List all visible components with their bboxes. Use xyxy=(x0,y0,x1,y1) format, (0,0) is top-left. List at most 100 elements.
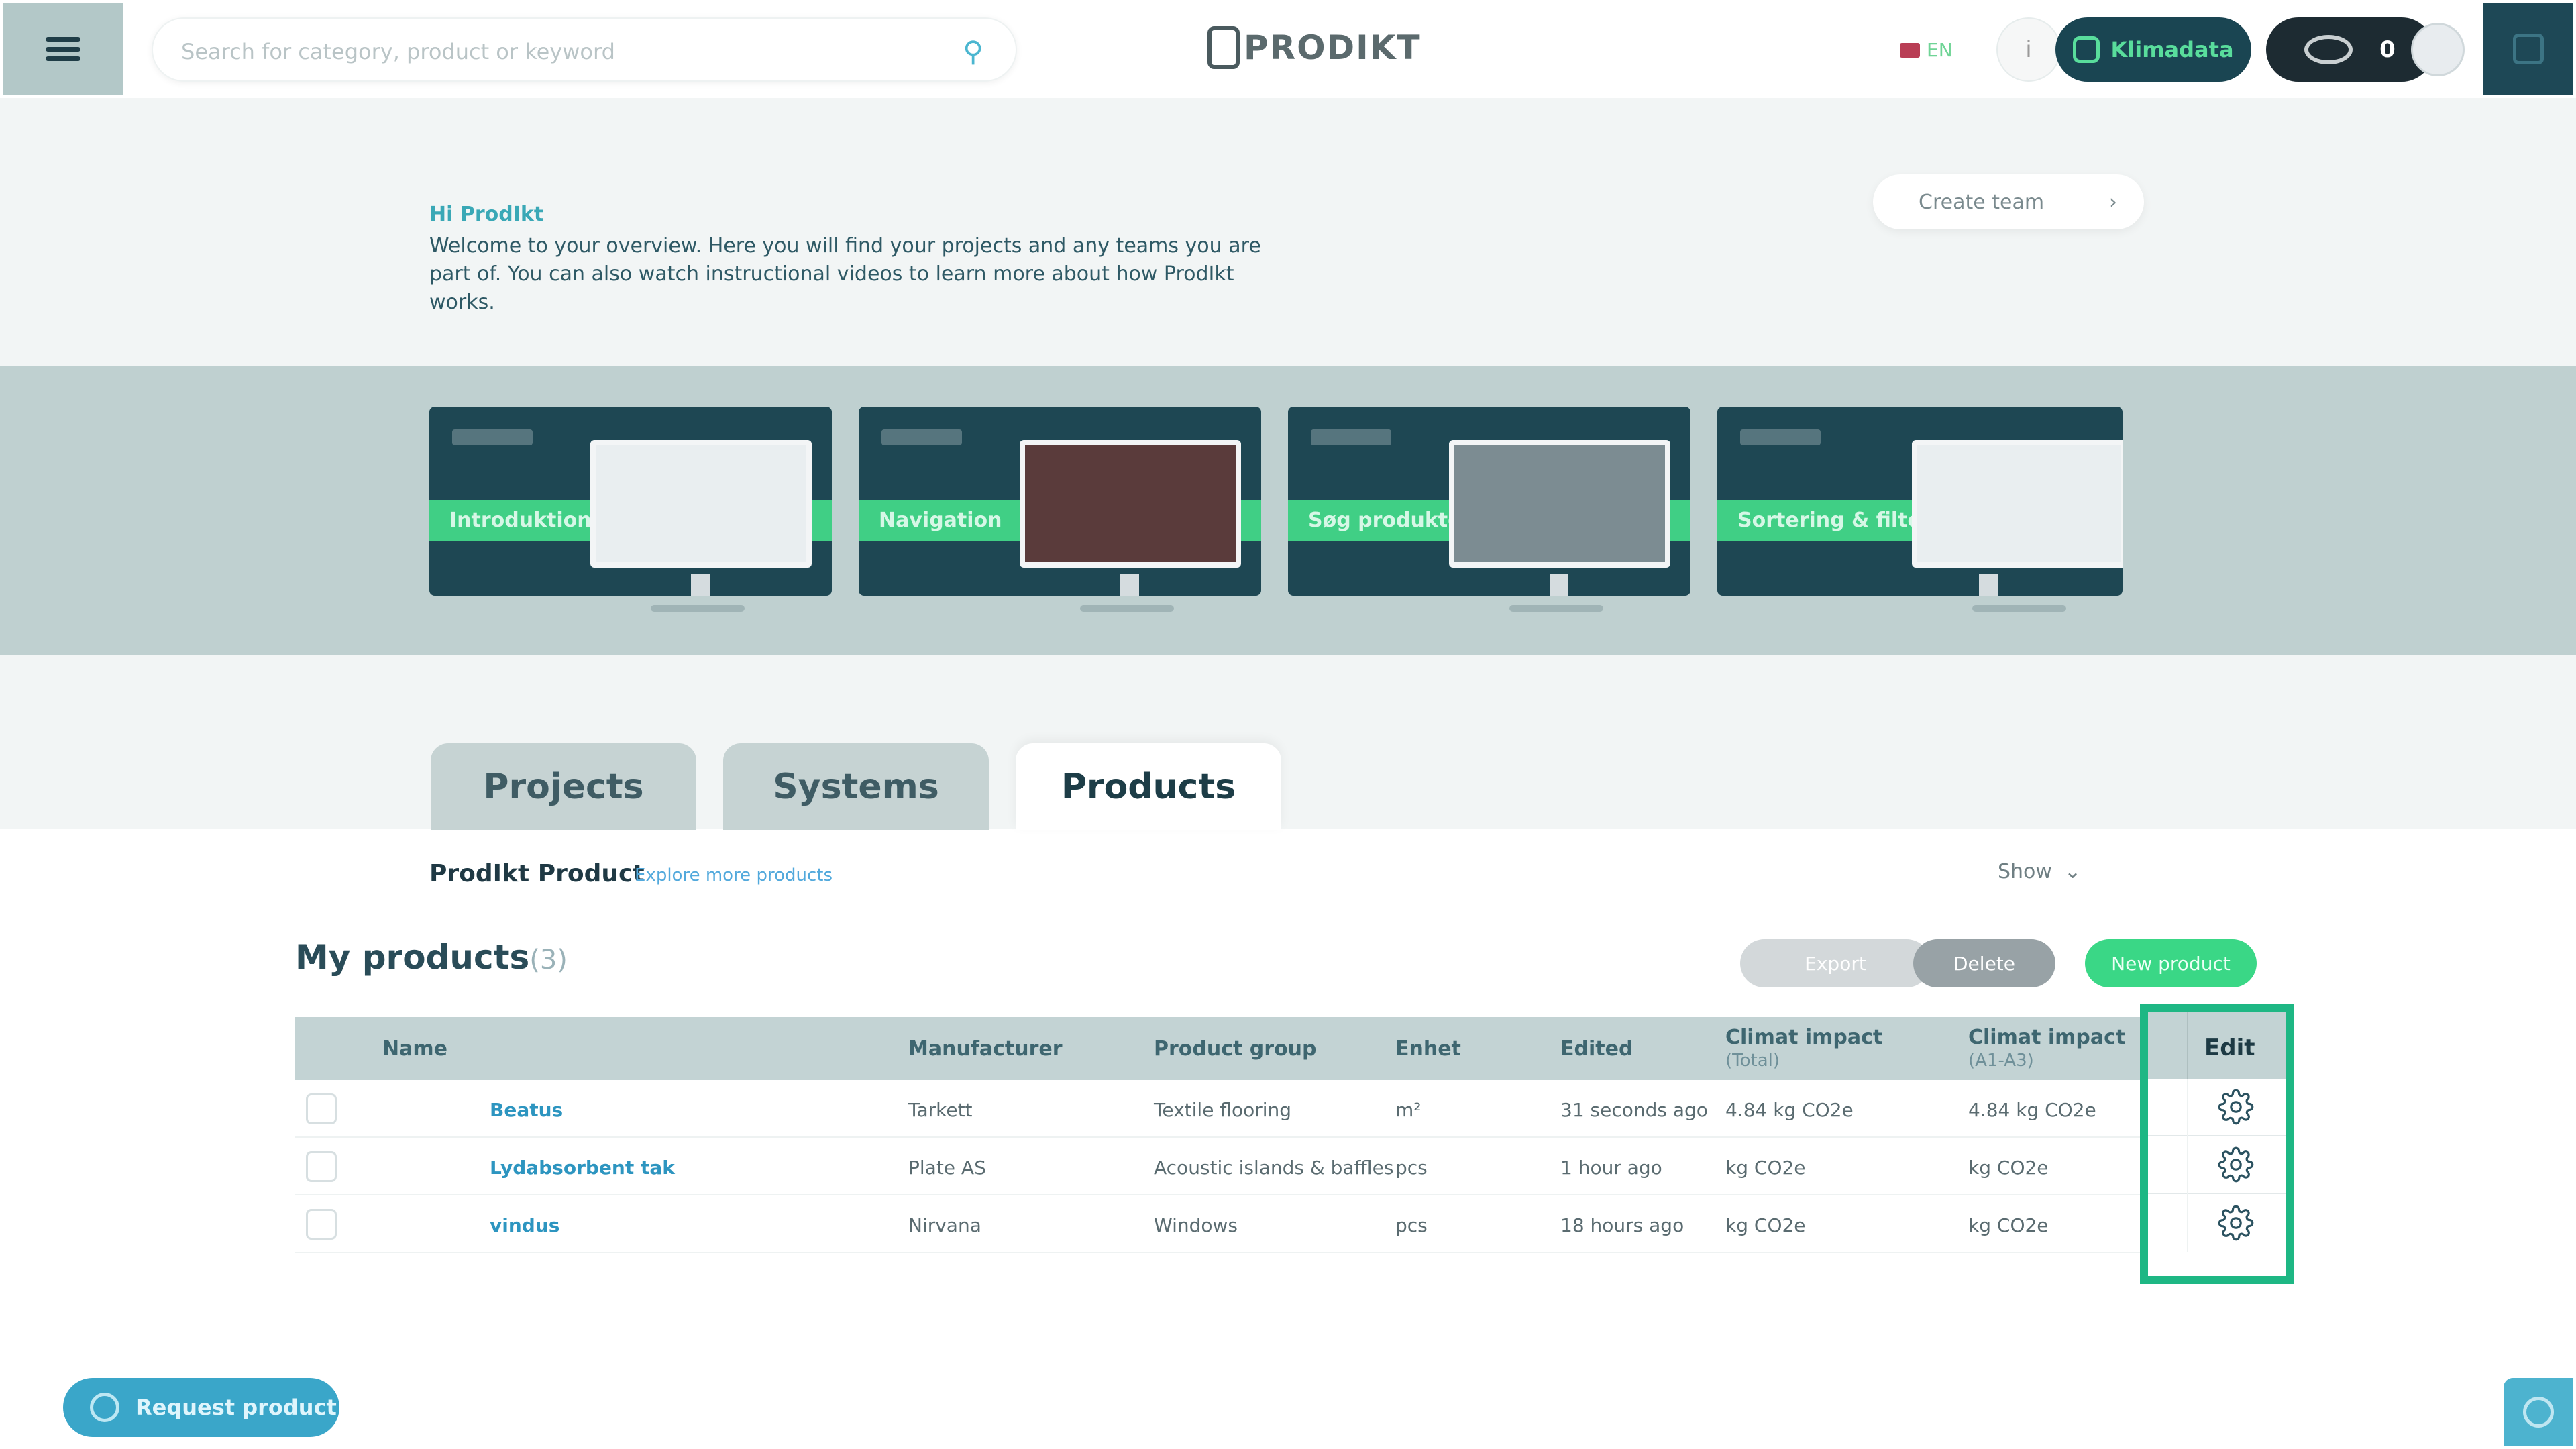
gear-icon[interactable] xyxy=(2218,1089,2254,1125)
gear-icon[interactable] xyxy=(2218,1146,2254,1183)
info-icon: i xyxy=(2025,36,2032,63)
export-button[interactable]: Export xyxy=(1740,939,1931,987)
col-climate-a1a3-sub: (A1-A3) xyxy=(1968,1051,2034,1071)
row-checkbox[interactable] xyxy=(306,1151,337,1182)
climate-button-label: Klimadata xyxy=(2110,37,2234,62)
side-panel-toggle[interactable] xyxy=(2483,3,2573,95)
row-checkbox[interactable] xyxy=(306,1209,337,1240)
search-icon[interactable]: ⚲ xyxy=(963,35,983,68)
video-title: Søg produkter xyxy=(1308,508,1472,532)
leaf-icon xyxy=(2073,36,2100,63)
gear-icon[interactable] xyxy=(2218,1205,2254,1241)
watchlist-button[interactable]: 0 xyxy=(2266,17,2434,82)
my-products-label: My products xyxy=(295,938,530,977)
monitor-thumbnail xyxy=(1449,440,1670,568)
col-edit: Edit xyxy=(2148,1012,2286,1079)
col-climate-total[interactable]: Climat impact (Total) xyxy=(1725,1026,1882,1072)
tab-products[interactable]: Products xyxy=(1016,743,1281,830)
monitor-thumbnail xyxy=(590,440,812,568)
col-edited[interactable]: Edited xyxy=(1560,1037,1633,1061)
delete-button[interactable]: Delete xyxy=(1913,939,2055,987)
create-team-button[interactable]: Create team › xyxy=(1873,174,2144,229)
help-icon xyxy=(2523,1397,2554,1428)
unit-cell: pcs xyxy=(1395,1214,1428,1236)
edit-cell[interactable] xyxy=(2148,1136,2286,1194)
info-button[interactable]: i xyxy=(1996,17,2061,82)
instructional-videos: Introduktion Navigation Søg produkter So… xyxy=(0,366,2576,655)
col-climate-total-label: Climat impact xyxy=(1725,1026,1883,1049)
edit-column-highlight: Edit xyxy=(2140,1004,2294,1284)
edited-cell: 1 hour ago xyxy=(1560,1157,1662,1179)
request-product-label: Request product xyxy=(136,1395,337,1420)
col-climate-a1a3[interactable]: Climat impact (A1-A3) xyxy=(1968,1026,2125,1072)
climate-a1a3-cell: kg CO2e xyxy=(1968,1214,2049,1236)
manufacturer-cell: Tarkett xyxy=(908,1099,973,1121)
show-label: Show xyxy=(1998,860,2052,883)
logo-mark-icon xyxy=(1208,26,1240,69)
hamburger-menu-button[interactable] xyxy=(3,3,123,95)
climate-total-cell: kg CO2e xyxy=(1725,1214,1806,1236)
eye-icon xyxy=(2304,35,2353,64)
col-edit-label: Edit xyxy=(2204,1034,2255,1061)
unit-cell: pcs xyxy=(1395,1157,1428,1179)
product-group-cell: Acoustic islands & baffles xyxy=(1154,1157,1394,1179)
explore-products-link[interactable]: Explore more products xyxy=(635,865,833,885)
request-product-button[interactable]: Request product xyxy=(63,1378,339,1437)
monitor-thumbnail xyxy=(1912,440,2123,568)
help-chat-button[interactable] xyxy=(2504,1378,2573,1446)
product-group-cell: Textile flooring xyxy=(1154,1099,1292,1121)
video-logo-icon xyxy=(881,429,962,445)
video-title: Navigation xyxy=(879,508,1002,532)
col-unit[interactable]: Enhet xyxy=(1395,1037,1461,1061)
user-avatar[interactable] xyxy=(2411,23,2465,76)
edited-cell: 31 seconds ago xyxy=(1560,1099,1708,1121)
product-name-link[interactable]: Lydabsorbent tak xyxy=(490,1157,675,1179)
video-logo-icon xyxy=(1311,429,1391,445)
video-card[interactable]: Introduktion xyxy=(429,407,832,596)
new-product-button[interactable]: New product xyxy=(2085,939,2257,987)
language-selector[interactable]: EN xyxy=(1900,39,1953,61)
edited-cell: 18 hours ago xyxy=(1560,1214,1684,1236)
col-climate-a1a3-label: Climat impact xyxy=(1968,1026,2126,1049)
intro-text: Welcome to your overview. Here you will … xyxy=(429,234,1261,314)
panel-icon xyxy=(2513,34,2544,64)
product-name-link[interactable]: Beatus xyxy=(490,1099,563,1121)
table-row[interactable]: Lydabsorbent tak Plate AS Acoustic islan… xyxy=(295,1138,2281,1195)
manufacturer-cell: Nirvana xyxy=(908,1214,981,1236)
logo-text: PRODIKT xyxy=(1244,28,1421,67)
col-climate-total-sub: (Total) xyxy=(1725,1051,1780,1071)
search-input[interactable]: Search for category, product or keyword … xyxy=(152,17,1017,82)
flag-icon xyxy=(1900,42,1920,58)
climate-a1a3-cell: 4.84 kg CO2e xyxy=(1968,1099,2096,1121)
video-card[interactable]: Sortering & filter xyxy=(1717,407,2123,596)
col-product-group[interactable]: Product group xyxy=(1154,1037,1317,1061)
video-card[interactable]: Søg produkter xyxy=(1288,407,1690,596)
table-row[interactable]: vindus Nirvana Windows pcs 18 hours ago … xyxy=(295,1195,2281,1253)
col-name[interactable]: Name xyxy=(382,1037,447,1061)
col-manufacturer[interactable]: Manufacturer xyxy=(908,1037,1063,1061)
greeting: Hi ProdIkt xyxy=(429,203,544,226)
edit-cell[interactable] xyxy=(2148,1079,2286,1136)
tab-projects[interactable]: Projects xyxy=(431,743,696,830)
my-products-title: My products(3) xyxy=(295,938,568,977)
edit-cell[interactable] xyxy=(2148,1194,2286,1252)
create-team-label: Create team xyxy=(1919,190,2045,214)
video-title: Introduktion xyxy=(449,508,592,532)
row-checkbox[interactable] xyxy=(306,1093,337,1124)
video-card[interactable]: Navigation xyxy=(859,407,1261,596)
table-row[interactable]: Beatus Tarkett Textile flooring m² 31 se… xyxy=(295,1080,2281,1138)
monitor-thumbnail xyxy=(1020,440,1241,568)
climate-a1a3-cell: kg CO2e xyxy=(1968,1157,2049,1179)
tab-systems[interactable]: Systems xyxy=(723,743,989,830)
show-dropdown[interactable]: Show ⌄ xyxy=(1998,860,2081,883)
table-header: Name Manufacturer Product group Enhet Ed… xyxy=(295,1017,2281,1080)
plus-circle-icon xyxy=(90,1393,119,1422)
product-name-link[interactable]: vindus xyxy=(490,1214,559,1236)
prodikt-logo[interactable]: PRODIKT xyxy=(1208,24,1421,71)
climate-data-button[interactable]: Klimadata xyxy=(2055,17,2251,82)
video-title: Sortering & filter xyxy=(1737,508,1931,532)
climate-total-cell: kg CO2e xyxy=(1725,1157,1806,1179)
section-heading: ProdIkt Product xyxy=(429,860,645,888)
manufacturer-cell: Plate AS xyxy=(908,1157,986,1179)
video-logo-icon xyxy=(1740,429,1821,445)
